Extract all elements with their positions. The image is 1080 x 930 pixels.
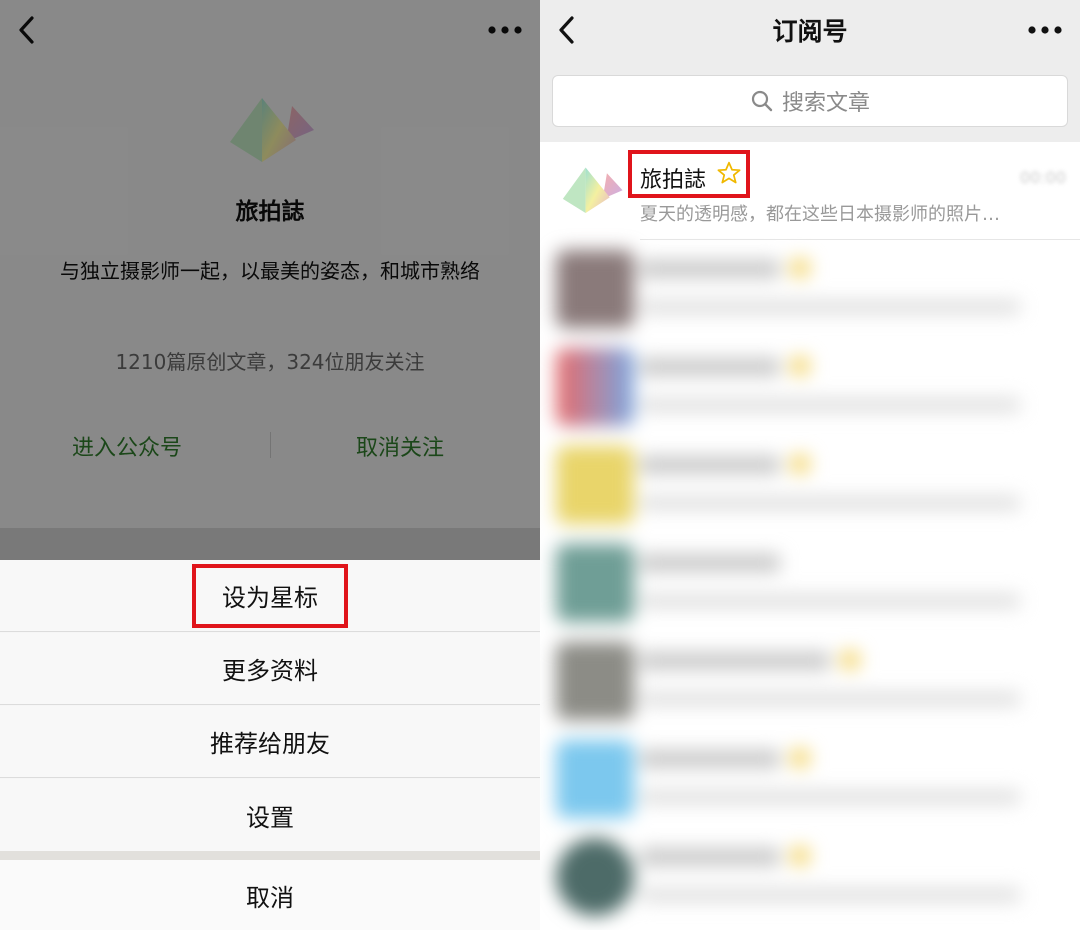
settings-label: 设置 (246, 803, 294, 832)
search-icon (751, 90, 773, 112)
list-item[interactable] (540, 828, 1080, 926)
list-item[interactable] (540, 338, 1080, 436)
modal-dim-overlay[interactable] (0, 0, 540, 560)
highlight-box-name (628, 150, 750, 198)
recommend-label: 推荐给朋友 (210, 730, 330, 758)
article-preview: 夏天的透明感，都在这些日本摄影师的照片… (640, 204, 1000, 225)
list-item[interactable] (540, 534, 1080, 632)
pyramid-logo-icon (562, 167, 623, 214)
more-info-button[interactable]: 更多资料 (0, 633, 540, 705)
cancel-label: 取消 (246, 883, 294, 912)
subscription-list: 旅拍誌 夏天的透明感，都在这些日本摄影师的照片… 00:00 (540, 142, 1080, 930)
more-dots-icon[interactable] (1026, 20, 1066, 40)
settings-button[interactable]: 设置 (0, 779, 540, 851)
blurred-list (540, 240, 1080, 930)
list-item[interactable] (540, 632, 1080, 730)
list-item[interactable] (540, 436, 1080, 534)
page-title: 订阅号 (772, 17, 848, 46)
timestamp-blurred: 00:00 (1019, 168, 1066, 187)
more-info-label: 更多资料 (222, 657, 318, 685)
action-sheet: 设为星标 更多资料 推荐给朋友 设置 取消 (0, 560, 540, 930)
recommend-to-friend-button[interactable]: 推荐给朋友 (0, 706, 540, 778)
right-panel: 订阅号 搜索文章 旅拍誌 夏天的透明感，都在这些日本摄影师的照片… 00:00 (540, 0, 1080, 930)
search-placeholder: 搜索文章 (781, 91, 870, 116)
list-item[interactable] (540, 240, 1080, 338)
cancel-button[interactable]: 取消 (0, 860, 540, 930)
left-panel: 旅拍誌 与独立摄影师一起，以最美的姿态，和城市熟络 1210篇原创文章，324位… (0, 0, 540, 930)
list-item-lvpaizhi[interactable]: 旅拍誌 夏天的透明感，都在这些日本摄影师的照片… 00:00 (540, 142, 1080, 240)
highlight-box-set-star (192, 564, 348, 628)
sheet-separator (0, 851, 540, 860)
list-item[interactable] (540, 730, 1080, 828)
search-bar[interactable]: 搜索文章 (552, 75, 1068, 127)
